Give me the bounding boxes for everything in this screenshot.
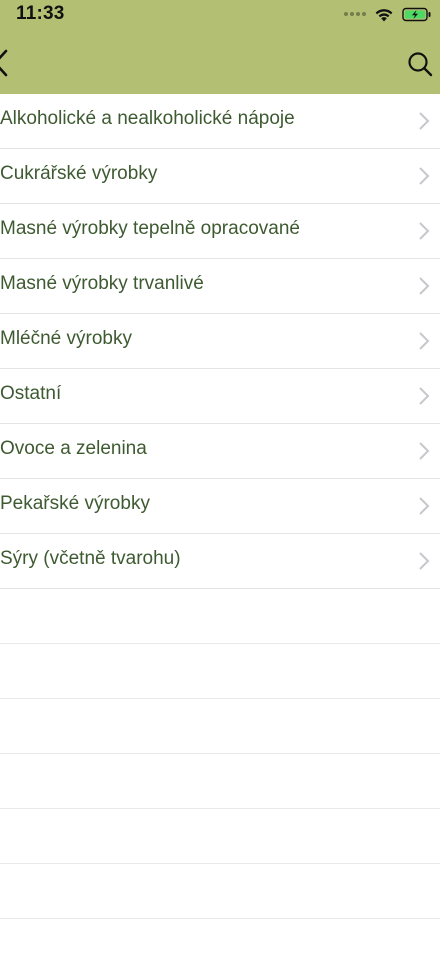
category-list: Alkoholické a nealkoholické nápoje Cukrá… [0, 94, 440, 959]
empty-row [0, 754, 440, 809]
chevron-left-icon [0, 49, 8, 77]
empty-row [0, 644, 440, 699]
chevron-right-icon [419, 442, 430, 460]
chevron-right-icon [419, 167, 430, 185]
empty-row [0, 919, 440, 959]
category-row-mlecne-vyrobky[interactable]: Mléčné výrobky [0, 314, 440, 369]
chevron-right-icon [419, 332, 430, 350]
category-row-syry[interactable]: Sýry (včetně tvarohu) [0, 534, 440, 589]
chevron-right-icon [419, 552, 430, 570]
category-label: Ostatní [0, 383, 62, 404]
category-row-masne-tepelne[interactable]: Masné výrobky tepelně opracované [0, 204, 440, 259]
category-label: Alkoholické a nealkoholické nápoje [0, 108, 295, 129]
top-bar: 11:33 [0, 0, 440, 94]
wifi-icon [375, 8, 393, 21]
category-row-ovoce-zelenina[interactable]: Ovoce a zelenina [0, 424, 440, 479]
back-button[interactable] [0, 48, 12, 78]
navigation-bar [0, 30, 440, 94]
category-label: Pekařské výrobky [0, 493, 150, 514]
signal-dots-icon [344, 12, 366, 16]
battery-charging-icon [402, 7, 431, 21]
status-icons [344, 4, 432, 24]
category-row-masne-trvanlive[interactable]: Masné výrobky trvanlivé [0, 259, 440, 314]
category-row-cukrarske-vyrobky[interactable]: Cukrářské výrobky [0, 149, 440, 204]
chevron-right-icon [419, 112, 430, 130]
empty-row [0, 864, 440, 919]
chevron-right-icon [419, 497, 430, 515]
category-label: Mléčné výrobky [0, 328, 132, 349]
chevron-right-icon [419, 277, 430, 295]
status-bar: 11:33 [0, 0, 440, 30]
search-icon [408, 52, 433, 77]
app-screen: 11:33 Alkoholické a nealkoholické nápoje… [0, 0, 440, 959]
empty-row [0, 809, 440, 864]
category-label: Sýry (včetně tvarohu) [0, 548, 181, 569]
status-time: 11:33 [16, 3, 65, 24]
category-row-alkoholicke-napoje[interactable]: Alkoholické a nealkoholické nápoje [0, 94, 440, 149]
category-label: Ovoce a zelenina [0, 438, 147, 459]
category-row-pekarske-vyrobky[interactable]: Pekařské výrobky [0, 479, 440, 534]
empty-row [0, 589, 440, 644]
category-label: Masné výrobky trvanlivé [0, 273, 204, 294]
category-label: Masné výrobky tepelně opracované [0, 218, 300, 239]
empty-row [0, 699, 440, 754]
chevron-right-icon [419, 222, 430, 240]
category-label: Cukrářské výrobky [0, 163, 158, 184]
search-button[interactable] [406, 50, 434, 78]
category-row-ostatni[interactable]: Ostatní [0, 369, 440, 424]
chevron-right-icon [419, 387, 430, 405]
